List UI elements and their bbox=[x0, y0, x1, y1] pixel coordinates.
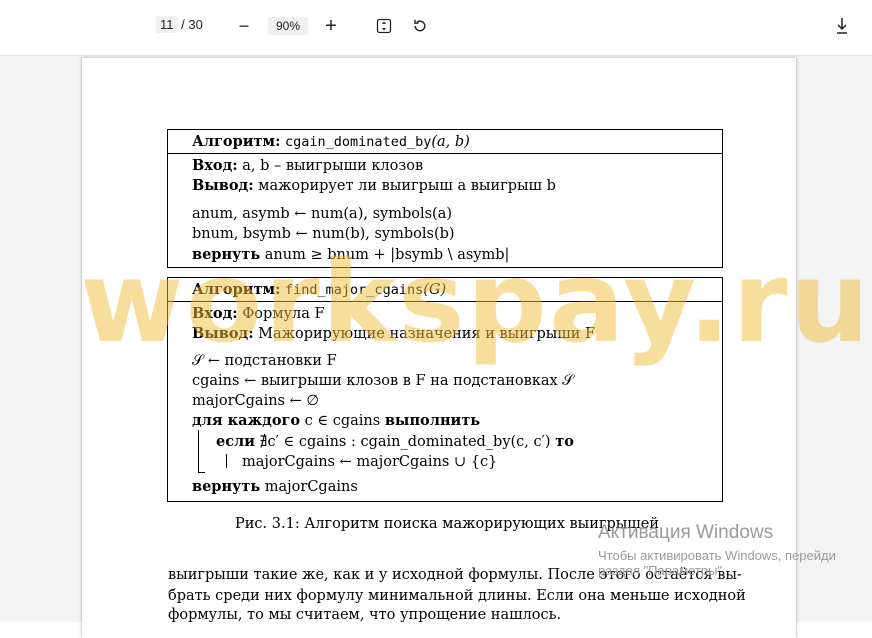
algorithm-line: cgains ← выигрыши клозов в F на подстано… bbox=[192, 373, 574, 389]
algorithm-output: Вывод: мажорирует ли выигрыш a выигрыш b bbox=[192, 177, 556, 194]
algorithm-return: вернуть majorCgains bbox=[192, 478, 358, 495]
figure-caption: Рис. 3.1: Алгоритм поиска мажорирующих в… bbox=[235, 516, 660, 532]
loop-bracket bbox=[198, 430, 205, 473]
rotate-button[interactable] bbox=[409, 14, 431, 38]
current-page-input[interactable]: 11 bbox=[156, 16, 178, 33]
algorithm-return: вернуть anum ≥ bnum + |bsymb \ asymb| bbox=[192, 246, 510, 263]
minus-icon: − bbox=[238, 15, 250, 36]
pdf-toolbar: 11 / 30 − 90% + bbox=[0, 0, 872, 56]
algorithm-title: Алгоритм: find_major_cgains(G) bbox=[192, 281, 447, 298]
algorithm-line: majorCgains ← ∅ bbox=[192, 393, 319, 409]
algorithm-if: если ∄c′ ∈ cgains : cgain_dominated_by(c… bbox=[216, 433, 574, 450]
algorithm-then: majorCgains ← majorCgains ∪ {c} bbox=[242, 454, 498, 470]
paragraph-line: брать среди них формулу минимальной длин… bbox=[168, 588, 746, 604]
fit-page-button[interactable] bbox=[373, 14, 395, 38]
windows-activation-notice: Активация Windows Чтобы активировать Win… bbox=[598, 522, 836, 578]
plus-icon: + bbox=[325, 14, 337, 37]
algorithm-loop: для каждого c ∈ cgains выполнить bbox=[192, 412, 481, 429]
zoom-out-button[interactable]: − bbox=[233, 14, 255, 38]
algorithm-output: Вывод: Мажорирующие назначения и выигрыш… bbox=[192, 325, 596, 342]
algorithm-title: Алгоритм: cgain_dominated_by(a, b) bbox=[192, 133, 470, 150]
divider bbox=[168, 301, 722, 302]
page-indicator: 11 / 30 bbox=[156, 16, 203, 33]
algorithm-input: Вход: Формула F bbox=[192, 305, 325, 322]
zoom-level-field[interactable]: 90% bbox=[268, 17, 308, 35]
algorithm-line: anum, asymb ← num(a), symbols(a) bbox=[192, 206, 453, 222]
total-pages: / 30 bbox=[181, 17, 203, 32]
activation-title: Активация Windows bbox=[598, 522, 774, 543]
rotate-icon bbox=[414, 19, 426, 32]
divider bbox=[168, 153, 722, 154]
activation-text: Чтобы активировать Windows, перейди bbox=[598, 548, 836, 563]
zoom-in-button[interactable]: + bbox=[320, 14, 342, 38]
download-button[interactable] bbox=[831, 14, 853, 38]
if-bracket bbox=[226, 454, 227, 468]
activation-text: раздел "Параметры". bbox=[598, 563, 726, 578]
algorithm-input: Вход: a, b – выигрыши клозов bbox=[192, 157, 424, 174]
algorithm-line: bnum, bsymb ← num(b), symbols(b) bbox=[192, 226, 455, 242]
algorithm-box-find-major-cgains: Алгоритм: find_major_cgains(G) Вход: Фор… bbox=[167, 277, 723, 502]
download-icon bbox=[837, 18, 847, 34]
fit-page-icon bbox=[376, 18, 392, 34]
algorithm-box-cgain-dominated-by: Алгоритм: cgain_dominated_by(a, b) Вход:… bbox=[167, 129, 723, 268]
algorithm-line: 𝒮 ← подстановки F bbox=[192, 353, 337, 369]
paragraph-line: формулы, то мы считаем, что упрощение на… bbox=[168, 607, 562, 623]
